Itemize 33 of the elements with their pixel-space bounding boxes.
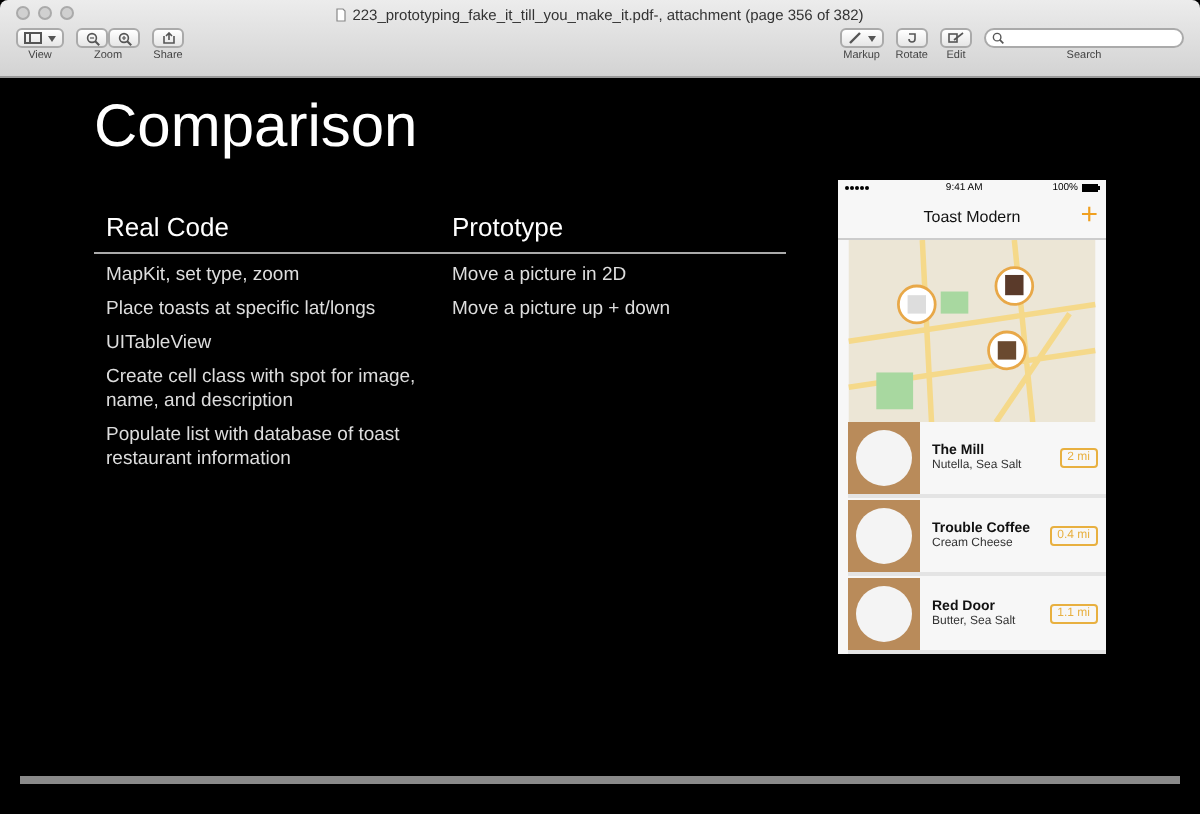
search-icon xyxy=(992,32,1004,44)
bullet-text: Place toasts at specific lat/longs xyxy=(106,298,378,322)
markup-button[interactable] xyxy=(839,28,884,48)
caret-icon xyxy=(48,35,56,41)
share-icon xyxy=(161,32,175,44)
bullet-text: Move a picture in 2D xyxy=(452,264,629,288)
zoom-out-icon xyxy=(85,31,99,45)
photo-placeholder xyxy=(848,421,920,494)
slide-title: Comparison xyxy=(94,94,420,164)
app-title: Toast Modern xyxy=(923,207,1021,226)
battery-icon xyxy=(1082,184,1100,193)
rotate-button[interactable] xyxy=(895,28,928,48)
sidebar-icon xyxy=(24,32,42,44)
zoom-in-button[interactable] xyxy=(108,28,140,48)
bullet-text: MapKit, set type, zoom xyxy=(106,264,302,288)
share-button[interactable] xyxy=(152,28,184,48)
column-heading: Prototype xyxy=(452,212,566,242)
bullet-text: Create cell class with spot for image, name, and description xyxy=(106,366,418,414)
column-heading: Real Code xyxy=(106,212,231,242)
pen-icon xyxy=(847,32,862,44)
view-button[interactable] xyxy=(16,28,64,48)
edit-icon xyxy=(948,32,964,44)
bullet-text: Populate list with database of toast restaurant information xyxy=(106,424,402,472)
zoom-out-button[interactable] xyxy=(76,28,108,48)
rotate-icon xyxy=(905,32,918,44)
zoom-in-icon xyxy=(117,31,131,45)
search-field[interactable] xyxy=(984,28,1184,48)
bullet-text: Move a picture up + down xyxy=(452,298,673,322)
bullet-text: UITableView xyxy=(106,332,214,356)
photo-placeholder xyxy=(848,499,920,572)
caret-icon xyxy=(867,35,876,41)
edit-button[interactable] xyxy=(940,28,972,48)
document-icon xyxy=(336,7,347,21)
